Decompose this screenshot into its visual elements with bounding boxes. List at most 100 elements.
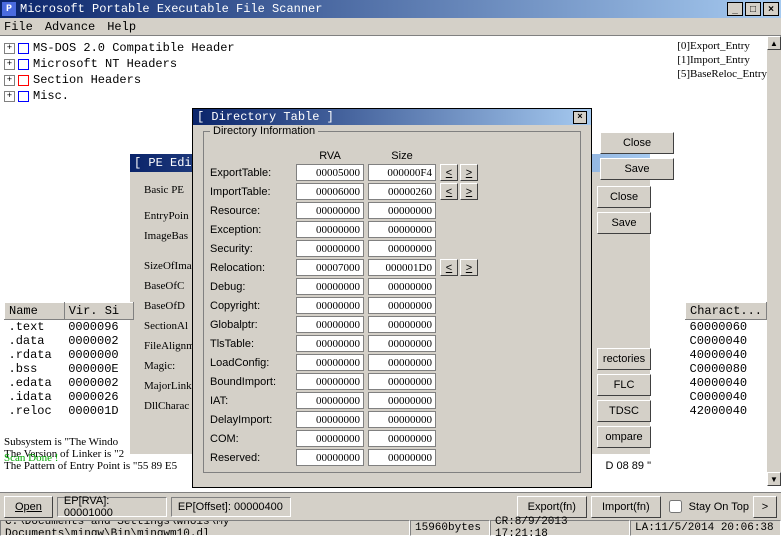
- rva-input[interactable]: [296, 259, 364, 276]
- rva-input[interactable]: [296, 392, 364, 409]
- stay-on-top-label: Stay On Top: [689, 501, 749, 513]
- tree-node[interactable]: +Misc.: [4, 88, 235, 104]
- scroll-up-icon[interactable]: ▲: [767, 36, 781, 50]
- tree-node[interactable]: +Section Headers: [4, 72, 235, 88]
- table-row[interactable]: .rdata0000000: [5, 348, 134, 362]
- plus-icon[interactable]: +: [4, 75, 15, 86]
- table-row[interactable]: .reloc000001D: [5, 404, 134, 418]
- rva-input[interactable]: [296, 430, 364, 447]
- import-fn-button[interactable]: Import(fn): [591, 496, 661, 518]
- scroll-down-icon[interactable]: ▼: [767, 472, 781, 486]
- rva-input[interactable]: [296, 335, 364, 352]
- rva-input[interactable]: [296, 183, 364, 200]
- table-row[interactable]: 60000060: [686, 320, 767, 335]
- prev-button[interactable]: <: [440, 183, 458, 200]
- export-fn-button[interactable]: Export(fn): [517, 496, 587, 518]
- rva-input[interactable]: [296, 221, 364, 238]
- dir-label: Exception:: [210, 224, 292, 236]
- tree-node[interactable]: +MS-DOS 2.0 Compatible Header: [4, 40, 235, 56]
- table-row[interactable]: C0000080: [686, 362, 767, 376]
- table-row[interactable]: .idata0000026: [5, 390, 134, 404]
- table-row[interactable]: 40000040: [686, 376, 767, 390]
- dir-label: Globalptr:: [210, 319, 292, 331]
- app-titlebar: P Microsoft Portable Executable File Sca…: [0, 0, 781, 18]
- table-row[interactable]: .data0000002: [5, 334, 134, 348]
- pe-save-button[interactable]: Save: [597, 212, 651, 234]
- size-input[interactable]: [368, 202, 436, 219]
- dialog-close-button[interactable]: ×: [573, 111, 587, 124]
- status-line-right: D 08 89 ": [606, 460, 652, 472]
- dialog-title: [ Directory Table ]: [197, 110, 334, 124]
- plus-icon[interactable]: +: [4, 43, 15, 54]
- col-vsize[interactable]: Vir. Si: [64, 303, 133, 320]
- flc-button[interactable]: FLC: [597, 374, 651, 396]
- minimize-button[interactable]: _: [727, 2, 743, 16]
- col-charact[interactable]: Charact...: [686, 303, 767, 320]
- table-row[interactable]: .bss000000E: [5, 362, 134, 376]
- rva-input[interactable]: [296, 354, 364, 371]
- list-item[interactable]: [0]Export_Entry: [677, 40, 767, 54]
- pe-close-button[interactable]: Close: [597, 186, 651, 208]
- directories-button[interactable]: rectories: [597, 348, 651, 370]
- vertical-scrollbar[interactable]: ▲ ▼: [767, 36, 781, 486]
- dir-label: LoadConfig:: [210, 357, 292, 369]
- size-input[interactable]: [368, 392, 436, 409]
- plus-icon[interactable]: +: [4, 59, 15, 70]
- basic-pe-label: Basic PE: [144, 184, 195, 204]
- size-input[interactable]: [368, 411, 436, 428]
- rva-input[interactable]: [296, 411, 364, 428]
- next-button[interactable]: >: [460, 259, 478, 276]
- size-input[interactable]: [368, 373, 436, 390]
- prev-button[interactable]: <: [440, 259, 458, 276]
- size-input[interactable]: [368, 240, 436, 257]
- size-input[interactable]: [368, 297, 436, 314]
- table-row[interactable]: C0000040: [686, 334, 767, 348]
- table-row[interactable]: .edata0000002: [5, 376, 134, 390]
- size-input[interactable]: [368, 335, 436, 352]
- size-input[interactable]: [368, 354, 436, 371]
- stay-on-top-checkbox[interactable]: [669, 500, 682, 513]
- rva-input[interactable]: [296, 373, 364, 390]
- list-item[interactable]: [1]Import_Entry: [677, 54, 767, 68]
- next-button[interactable]: >: [753, 496, 777, 518]
- size-input[interactable]: [368, 278, 436, 295]
- size-input[interactable]: [368, 221, 436, 238]
- next-button[interactable]: >: [460, 164, 478, 181]
- close-button[interactable]: ×: [763, 2, 779, 16]
- tree-node[interactable]: +Microsoft NT Headers: [4, 56, 235, 72]
- prev-button[interactable]: <: [440, 164, 458, 181]
- save-button[interactable]: Save: [600, 158, 674, 180]
- pe-label: EntryPoin: [144, 210, 195, 230]
- menu-file[interactable]: File: [4, 20, 33, 34]
- maximize-button[interactable]: □: [745, 2, 761, 16]
- rva-input[interactable]: [296, 164, 364, 181]
- table-row[interactable]: 40000040: [686, 348, 767, 362]
- menu-advance[interactable]: Advance: [45, 20, 95, 34]
- open-button[interactable]: Open: [4, 496, 53, 518]
- size-input[interactable]: [368, 183, 436, 200]
- table-row[interactable]: .text0000096: [5, 320, 134, 335]
- size-input[interactable]: [368, 449, 436, 466]
- status-bar: C:\Documents and Settings\Whois\My Docum…: [0, 520, 781, 536]
- table-row[interactable]: 42000040: [686, 404, 767, 418]
- close-button[interactable]: Close: [600, 132, 674, 154]
- tdsc-button[interactable]: TDSC: [597, 400, 651, 422]
- rva-input[interactable]: [296, 202, 364, 219]
- plus-icon[interactable]: +: [4, 91, 15, 102]
- compare-button[interactable]: ompare: [597, 426, 651, 448]
- size-input[interactable]: [368, 430, 436, 447]
- rva-input[interactable]: [296, 297, 364, 314]
- size-input[interactable]: [368, 164, 436, 181]
- rva-input[interactable]: [296, 316, 364, 333]
- rva-input[interactable]: [296, 240, 364, 257]
- col-name[interactable]: Name: [5, 303, 65, 320]
- size-input[interactable]: [368, 316, 436, 333]
- menu-help[interactable]: Help: [107, 20, 136, 34]
- dir-label: Debug:: [210, 281, 292, 293]
- rva-input[interactable]: [296, 449, 364, 466]
- table-row[interactable]: C0000040: [686, 390, 767, 404]
- rva-input[interactable]: [296, 278, 364, 295]
- next-button[interactable]: >: [460, 183, 478, 200]
- size-input[interactable]: [368, 259, 436, 276]
- list-item[interactable]: [5]BaseReloc_Entry: [677, 68, 767, 82]
